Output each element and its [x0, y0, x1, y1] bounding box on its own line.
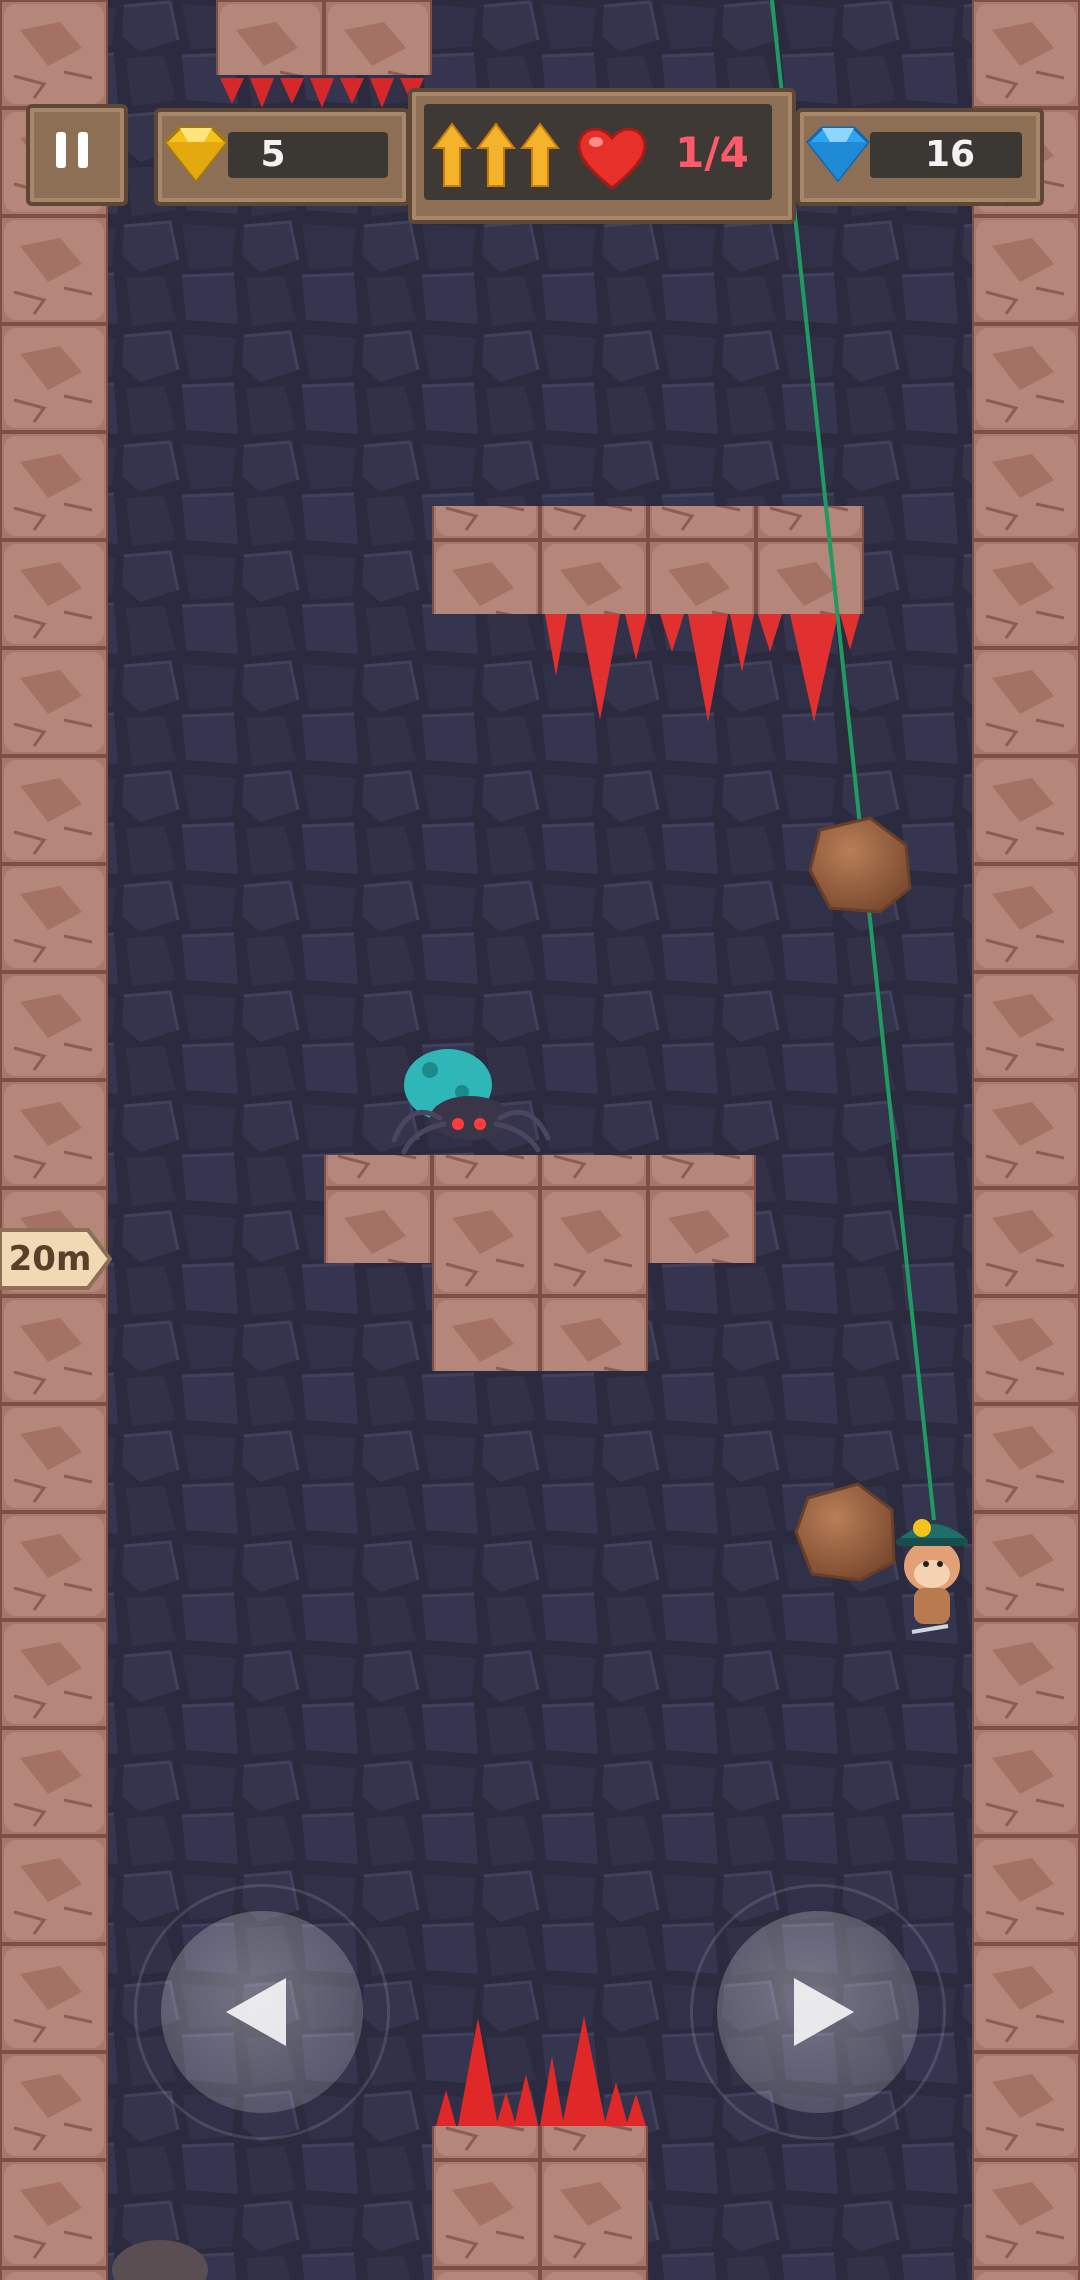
pause-button[interactable]	[26, 104, 128, 206]
blue-gem-icon	[805, 126, 871, 183]
right-arrow-icon	[794, 1978, 854, 2046]
gold-gem-count: 5	[260, 134, 286, 175]
heart-icon	[577, 127, 647, 190]
gold-gem-counter: 5	[154, 108, 410, 206]
blue-gem-counter: 16	[796, 108, 1044, 206]
lives-panel: 1/4	[408, 88, 796, 224]
up-arrow-icon	[432, 122, 560, 187]
blue-gem-count: 16	[924, 134, 976, 175]
left-arrow-icon	[226, 1978, 286, 2046]
pause-icon	[56, 132, 88, 168]
boulder	[794, 1482, 896, 1582]
gold-gem-icon	[163, 126, 229, 183]
depth-marker: 20m	[0, 1228, 112, 1290]
lives-count: 1/4	[675, 128, 749, 177]
depth-marker-label: 20m	[8, 1239, 92, 1279]
move-right-button[interactable]	[690, 1884, 946, 2140]
move-left-button[interactable]	[134, 1884, 390, 2140]
